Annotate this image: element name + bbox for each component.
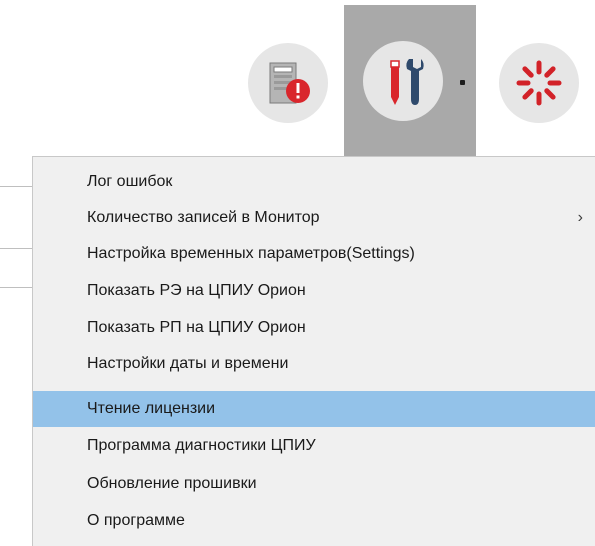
menu-item-about[interactable]: О программе	[33, 503, 595, 539]
divider	[0, 248, 36, 249]
menu-item-label: Чтение лицензии	[87, 400, 216, 417]
menu-item-error-log[interactable]: Лог ошибок	[33, 164, 595, 200]
menu-item-label: Количество записей в Монитор	[87, 209, 320, 226]
menu-item-label: Показать РЭ на ЦПИУ Орион	[87, 282, 306, 299]
menu-item-firmware-update[interactable]: Обновление прошивки	[33, 466, 595, 502]
menu-item-label: Настройка временных параметров(Settings)	[87, 245, 415, 262]
loading-spinner-icon	[516, 60, 562, 106]
divider	[0, 186, 36, 187]
tool-circle	[363, 41, 443, 121]
menu-item-time-settings[interactable]: Настройка временных параметров(Settings)	[33, 236, 595, 272]
error-log-tool[interactable]	[248, 43, 328, 123]
menu-item-label: Показать РП на ЦПИУ Орион	[87, 319, 306, 336]
tool-circle	[499, 43, 579, 123]
menu-item-label: Обновление прошивки	[87, 475, 257, 492]
settings-tool[interactable]	[344, 5, 476, 157]
menu-item-date-time[interactable]: Настройки даты и времени	[33, 346, 595, 382]
chevron-right-icon: ›	[577, 209, 583, 226]
tool-circle	[248, 43, 328, 123]
tools-icon	[390, 59, 424, 105]
menu-item-label: Лог ошибок	[87, 173, 173, 190]
menu-item-label: О программе	[87, 512, 185, 529]
error-server-icon	[269, 62, 310, 104]
menu-item-read-license[interactable]: Чтение лицензии	[33, 391, 595, 427]
menu-item-label: Программа диагностики ЦПИУ	[87, 437, 316, 454]
dropdown-arrow-icon[interactable]	[460, 80, 465, 85]
menu-item-show-re[interactable]: Показать РЭ на ЦПИУ Орион	[33, 273, 595, 309]
menu-item-show-rp[interactable]: Показать РП на ЦПИУ Орион	[33, 310, 595, 346]
tools-dropdown-menu: Лог ошибок Количество записей в Монитор …	[32, 156, 595, 546]
status-tool[interactable]	[499, 43, 579, 123]
menu-item-diagnostics[interactable]: Программа диагностики ЦПИУ	[33, 428, 595, 464]
divider	[0, 287, 36, 288]
background-panel	[0, 156, 36, 546]
toolbar	[0, 0, 595, 157]
menu-item-label: Настройки даты и времени	[87, 355, 289, 372]
menu-item-monitor-records[interactable]: Количество записей в Монитор ›	[33, 200, 595, 236]
